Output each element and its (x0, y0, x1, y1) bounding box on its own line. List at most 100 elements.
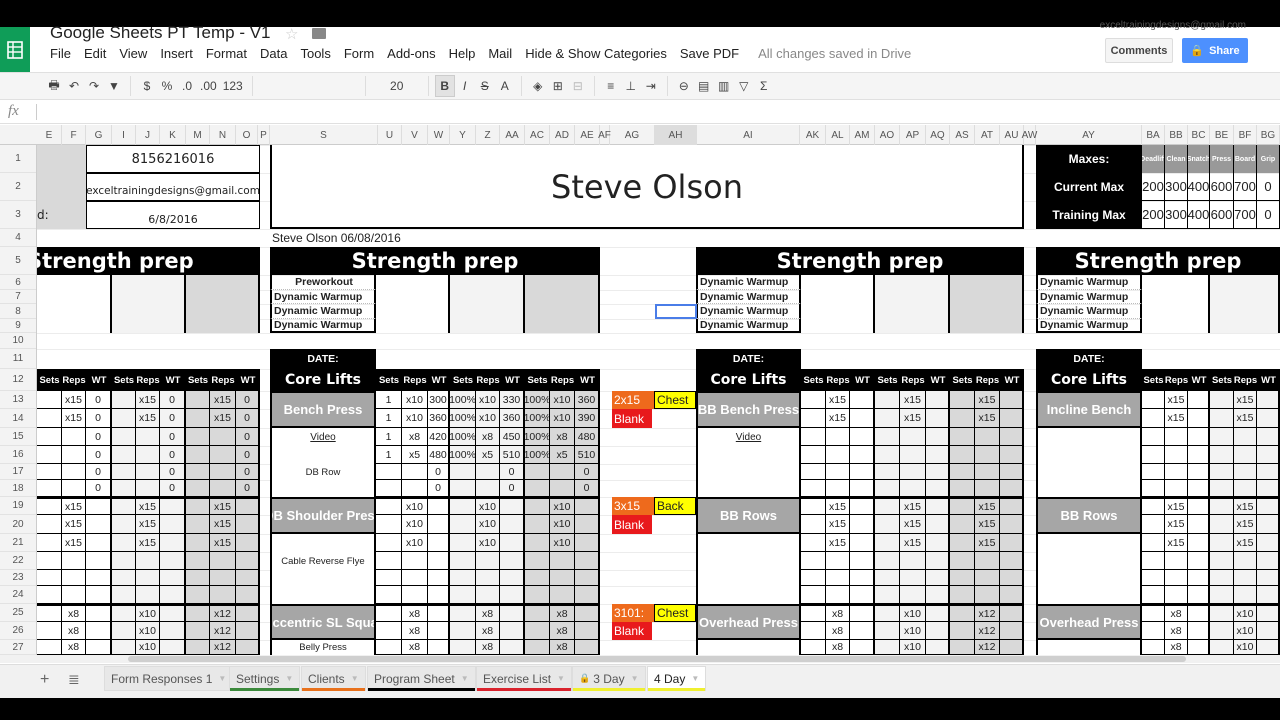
set-cell[interactable] (186, 391, 210, 409)
set-cell[interactable] (525, 640, 550, 655)
set-cell[interactable] (575, 640, 600, 655)
set-cell[interactable]: x15 (62, 497, 86, 515)
set-cell[interactable] (376, 464, 402, 480)
training-max-value[interactable]: 200 (1142, 201, 1165, 229)
set-cell[interactable] (1188, 428, 1210, 446)
set-cell[interactable] (926, 604, 950, 622)
set-cell[interactable] (900, 552, 926, 570)
column-header[interactable]: AH (655, 125, 697, 145)
set-cell[interactable] (875, 604, 900, 622)
set-cell[interactable] (950, 428, 975, 446)
set-cell[interactable] (950, 570, 975, 586)
set-cell[interactable] (850, 409, 875, 428)
row-header[interactable]: 19 (0, 497, 36, 515)
set-cell[interactable] (500, 640, 525, 655)
set-cell[interactable] (875, 534, 900, 552)
column-header[interactable]: I (112, 125, 136, 145)
exercise-select[interactable]: Eccentric SL Squat (270, 604, 376, 640)
warmup-block[interactable] (1142, 275, 1210, 333)
set-cell[interactable]: x8 (402, 428, 428, 446)
row-header[interactable]: 27 (0, 640, 36, 655)
set-cell[interactable]: x8 (62, 604, 86, 622)
set-cell[interactable] (850, 622, 875, 640)
set-cell[interactable] (37, 391, 62, 409)
set-cell[interactable]: x15 (136, 497, 160, 515)
chart-icon[interactable]: ▥ (714, 75, 734, 97)
set-cell[interactable] (86, 570, 112, 586)
set-cell[interactable] (402, 464, 428, 480)
row-header[interactable]: 9 (0, 319, 36, 333)
column-header[interactable]: BE (1210, 125, 1234, 145)
set-cell[interactable] (926, 446, 950, 464)
set-cell[interactable]: 300 (428, 391, 450, 409)
row-header[interactable]: 8 (0, 304, 36, 319)
set-cell[interactable] (37, 622, 62, 640)
set-cell[interactable] (376, 534, 402, 552)
font-family-select[interactable] (259, 75, 359, 97)
increase-decimal-button[interactable]: .00 (197, 75, 220, 97)
column-header[interactable]: AI (697, 125, 800, 145)
set-cell[interactable]: x8 (476, 622, 500, 640)
horizontal-scrollbar[interactable] (0, 655, 1280, 663)
row-header[interactable]: 12 (0, 369, 36, 391)
video-link[interactable]: Video (270, 428, 376, 446)
set-cell[interactable]: x15 (975, 497, 1000, 515)
rep-scheme-tag[interactable]: 2x15 (612, 391, 654, 409)
set-cell[interactable] (62, 464, 86, 480)
set-cell[interactable] (1165, 446, 1188, 464)
set-cell[interactable]: x15 (975, 409, 1000, 428)
set-cell[interactable] (926, 534, 950, 552)
set-cell[interactable] (950, 391, 975, 409)
set-cell[interactable] (826, 464, 850, 480)
set-cell[interactable]: x15 (826, 497, 850, 515)
column-header[interactable]: BF (1234, 125, 1257, 145)
set-cell[interactable]: 1 (376, 428, 402, 446)
set-cell[interactable]: x12 (975, 622, 1000, 640)
set-cell[interactable] (525, 515, 550, 534)
column-header[interactable]: AS (950, 125, 975, 145)
set-cell[interactable]: 0 (428, 464, 450, 480)
set-cell[interactable] (850, 534, 875, 552)
set-cell[interactable]: 390 (575, 409, 600, 428)
exercise-select[interactable]: Incline Bench (1036, 391, 1142, 428)
set-cell[interactable] (875, 622, 900, 640)
set-cell[interactable] (950, 464, 975, 480)
set-cell[interactable]: x10 (402, 497, 428, 515)
set-cell[interactable] (112, 464, 136, 480)
accessory-exercise[interactable]: Belly Press (270, 640, 376, 655)
row-header[interactable]: 3 (0, 201, 36, 229)
set-cell[interactable] (1188, 391, 1210, 409)
menu-item[interactable]: Form (344, 46, 374, 61)
set-cell[interactable]: x10 (476, 409, 500, 428)
set-cell[interactable] (926, 570, 950, 586)
row-header[interactable]: 20 (0, 515, 36, 534)
set-cell[interactable] (1142, 428, 1165, 446)
set-cell[interactable] (1234, 464, 1257, 480)
set-cell[interactable] (1000, 428, 1024, 446)
set-cell[interactable]: x10 (550, 515, 575, 534)
set-cell[interactable] (62, 446, 86, 464)
set-cell[interactable] (450, 534, 476, 552)
set-cell[interactable] (1257, 515, 1280, 534)
set-cell[interactable] (1257, 552, 1280, 570)
print-icon[interactable]: 🖶 (44, 75, 64, 97)
set-cell[interactable] (476, 552, 500, 570)
set-cell[interactable] (186, 604, 210, 622)
set-cell[interactable] (1188, 570, 1210, 586)
accessory-exercise[interactable]: DB Row (270, 464, 376, 480)
set-cell[interactable] (850, 604, 875, 622)
set-cell[interactable] (112, 515, 136, 534)
set-cell[interactable] (1257, 428, 1280, 446)
menu-item[interactable]: Tools (300, 46, 330, 61)
text-wrap-icon[interactable]: ⇥ (641, 75, 661, 97)
set-cell[interactable] (500, 570, 525, 586)
chevron-down-icon[interactable]: ▼ (461, 674, 469, 683)
set-cell[interactable] (160, 640, 186, 655)
set-cell[interactable] (801, 428, 826, 446)
accessory-area[interactable] (1036, 428, 1142, 497)
set-cell[interactable] (112, 604, 136, 622)
set-cell[interactable]: x15 (900, 515, 926, 534)
set-cell[interactable] (900, 480, 926, 497)
rep-scheme-tag[interactable]: 3x15 (612, 497, 654, 515)
set-cell[interactable] (1142, 640, 1165, 655)
